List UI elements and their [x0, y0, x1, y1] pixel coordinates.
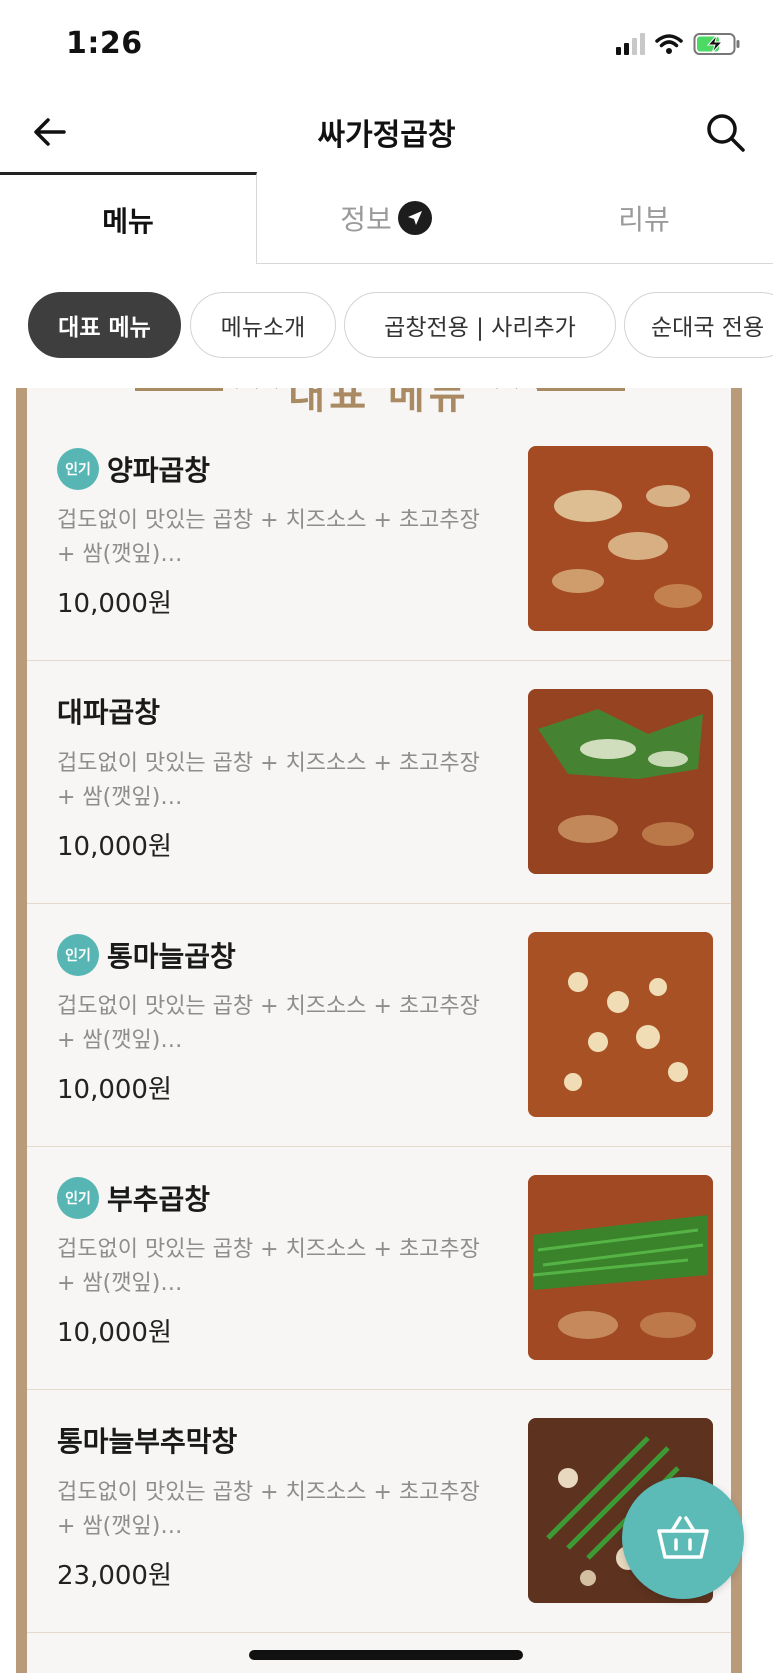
- item-description: 겁도없이 맛있는 곱창 + 치즈소스 + 초고추장 + 쌈(깻잎)…: [57, 751, 480, 810]
- status-time: 1:26: [66, 26, 143, 61]
- item-description: 겁도없이 맛있는 곱창 + 치즈소스 + 초고추장 + 쌈(깻잎)…: [57, 1480, 480, 1539]
- menu-item[interactable]: 인기 부추곱창 겁도없이 맛있는 곱창 + 치즈소스 + 초고추장 + 쌈(깻잎…: [27, 1147, 731, 1390]
- item-price: 10,000원: [57, 832, 172, 862]
- item-name: 통마늘부추막창: [57, 1425, 238, 1458]
- item-name: 부추곱창: [107, 1183, 211, 1216]
- item-name: 통마늘곱창: [107, 940, 236, 973]
- menu-item[interactable]: 대파곱창 겁도없이 맛있는 곱창 + 치즈소스 + 초고추장 + 쌈(깻잎)… …: [27, 661, 731, 904]
- popular-badge: 인기: [57, 1177, 99, 1219]
- item-description: 겁도없이 맛있는 곱창 + 치즈소스 + 초고추장 + 쌈(깻잎)…: [57, 994, 480, 1053]
- chip-label: 순대국 전용: [651, 315, 765, 341]
- item-price: 10,000원: [57, 1318, 172, 1348]
- popular-badge: 인기: [57, 934, 99, 976]
- cellular-signal-icon: [616, 33, 645, 55]
- menu-board: ♦♦♦ 대표 메뉴 ♦♦♦ 인기 양파곱창 겁도없이 맛있는 곱창 + 치즈소스…: [16, 388, 742, 1673]
- item-name: 양파곱창: [107, 454, 211, 487]
- food-photo: [528, 932, 713, 1117]
- popular-badge: 인기: [57, 448, 99, 490]
- send-icon: [397, 200, 432, 235]
- item-name-row: 통마늘부추막창: [57, 1420, 237, 1460]
- tab-review-label: 리뷰: [618, 202, 670, 236]
- tab-menu-label: 메뉴: [102, 204, 154, 238]
- food-photo: [528, 689, 713, 874]
- tab-info[interactable]: 정보: [257, 172, 515, 264]
- chip-signature-menu[interactable]: 대표 메뉴: [28, 292, 181, 358]
- chip-label: 대표 메뉴: [58, 315, 151, 341]
- section-banner: ♦♦♦ 대표 메뉴 ♦♦♦: [27, 388, 731, 418]
- tab-review[interactable]: 리뷰: [515, 172, 773, 264]
- menu-item[interactable]: 통마늘부추막창 겁도없이 맛있는 곱창 + 치즈소스 + 초고추장 + 쌈(깻잎…: [27, 1390, 731, 1633]
- item-name-row: 인기 부추곱창: [57, 1177, 210, 1219]
- category-chips: 대표 메뉴 메뉴소개 곱창전용 | 사리추가 순대국 전용: [0, 290, 773, 360]
- food-photo: [528, 446, 713, 631]
- tab-menu[interactable]: 메뉴: [0, 172, 257, 264]
- item-price: 23,000원: [57, 1561, 172, 1591]
- tab-info-label: 정보: [340, 202, 392, 236]
- item-name-row: 인기 양파곱창: [57, 448, 210, 490]
- chip-menu-intro[interactable]: 메뉴소개: [190, 292, 336, 358]
- section-title: 대표 메뉴: [288, 388, 470, 418]
- app-header: 싸가정곱창: [0, 92, 773, 172]
- chip-gopchang-extras[interactable]: 곱창전용 | 사리추가: [344, 292, 616, 358]
- wifi-icon: [655, 34, 683, 54]
- chip-sundaeguk[interactable]: 순대국 전용: [624, 292, 773, 358]
- page-title: 싸가정곱창: [317, 118, 456, 153]
- chip-label: 메뉴소개: [220, 315, 306, 341]
- item-description: 겁도없이 맛있는 곱창 + 치즈소스 + 초고추장 + 쌈(깻잎)…: [57, 508, 480, 567]
- basket-button[interactable]: [622, 1477, 744, 1599]
- item-name-row: 인기 통마늘곱창: [57, 934, 236, 976]
- status-icons: [616, 32, 741, 56]
- chip-label: 곱창전용 | 사리추가: [384, 315, 576, 341]
- item-name: 대파곱창: [57, 696, 161, 729]
- menu-item[interactable]: 인기 양파곱창 겁도없이 맛있는 곱창 + 치즈소스 + 초고추장 + 쌈(깻잎…: [27, 418, 731, 661]
- banner-line-right: [537, 388, 625, 391]
- search-icon[interactable]: [703, 110, 747, 154]
- status-bar: 1:26: [0, 0, 773, 92]
- tab-bar: 메뉴 정보 리뷰: [0, 172, 773, 264]
- food-photo: [528, 1175, 713, 1360]
- home-indicator: [249, 1650, 523, 1660]
- menu-item[interactable]: 인기 통마늘곱창 겁도없이 맛있는 곱창 + 치즈소스 + 초고추장 + 쌈(깻…: [27, 904, 731, 1147]
- item-description: 겁도없이 맛있는 곱창 + 치즈소스 + 초고추장 + 쌈(깻잎)…: [57, 1237, 480, 1296]
- item-price: 10,000원: [57, 589, 172, 619]
- basket-icon: [657, 1516, 709, 1559]
- item-price: 10,000원: [57, 1075, 172, 1105]
- battery-charging-icon: [693, 33, 740, 55]
- item-name-row: 대파곱창: [57, 691, 160, 731]
